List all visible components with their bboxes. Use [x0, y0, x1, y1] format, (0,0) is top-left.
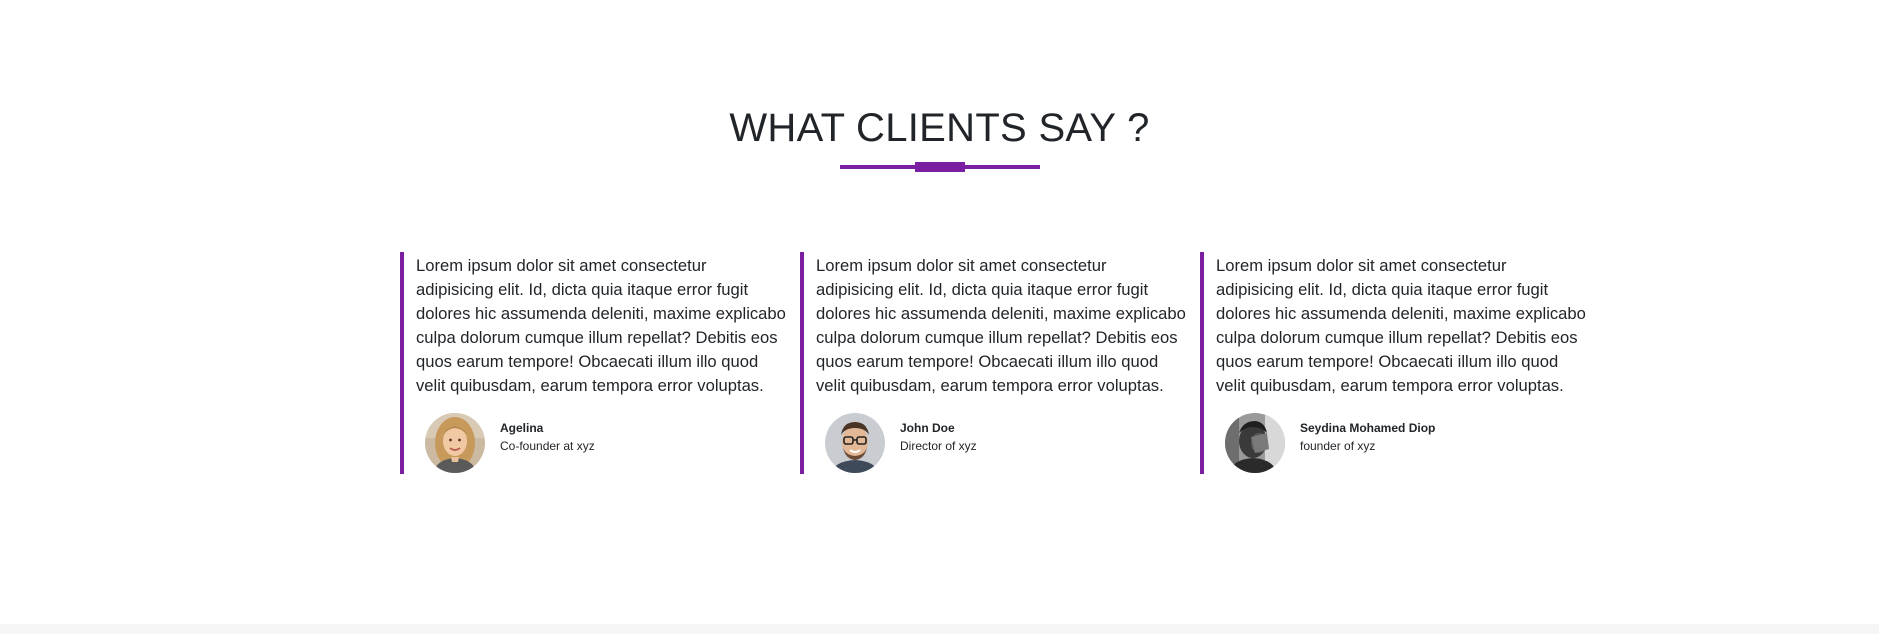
title-underline: [840, 162, 1040, 172]
testimonial-card: Lorem ipsum dolor sit amet consectetur a…: [1200, 252, 1588, 474]
testimonials-page: WHAT CLIENTS SAY ? Lorem ipsum dolor sit…: [0, 0, 1879, 634]
testimonial-author: Agelina Co-founder at xyz: [425, 413, 785, 473]
testimonial-author: John Doe Director of xyz: [825, 413, 1185, 473]
author-name: Seydina Mohamed Diop: [1300, 421, 1436, 435]
author-role: founder of xyz: [1300, 439, 1376, 453]
testimonial-card: Lorem ipsum dolor sit amet consectetur a…: [400, 252, 788, 474]
testimonial-quote: Lorem ipsum dolor sit amet consectetur a…: [816, 256, 1186, 395]
testimonial-author: Seydina Mohamed Diop founder of xyz: [1225, 413, 1585, 473]
testimonial-quote: Lorem ipsum dolor sit amet consectetur a…: [1216, 256, 1586, 395]
footer-strip: [0, 624, 1879, 634]
author-name: Agelina: [500, 421, 544, 435]
testimonial-list: Lorem ipsum dolor sit amet consectetur a…: [400, 252, 1600, 474]
underline-block: [915, 162, 965, 172]
avatar: [1225, 413, 1285, 473]
testimonial-quote: Lorem ipsum dolor sit amet consectetur a…: [416, 256, 786, 395]
author-role: Co-founder at xyz: [500, 439, 595, 453]
man-glasses-portrait-icon: [825, 413, 885, 473]
author-role: Director of xyz: [900, 439, 977, 453]
woman-portrait-icon: [425, 413, 485, 473]
section-title: WHAT CLIENTS SAY ?: [729, 106, 1150, 150]
avatar: [825, 413, 885, 473]
testimonial-card: Lorem ipsum dolor sit amet consectetur a…: [800, 252, 1188, 474]
man-grayscale-portrait-icon: [1225, 413, 1285, 473]
avatar: [425, 413, 485, 473]
author-name: John Doe: [900, 421, 955, 435]
